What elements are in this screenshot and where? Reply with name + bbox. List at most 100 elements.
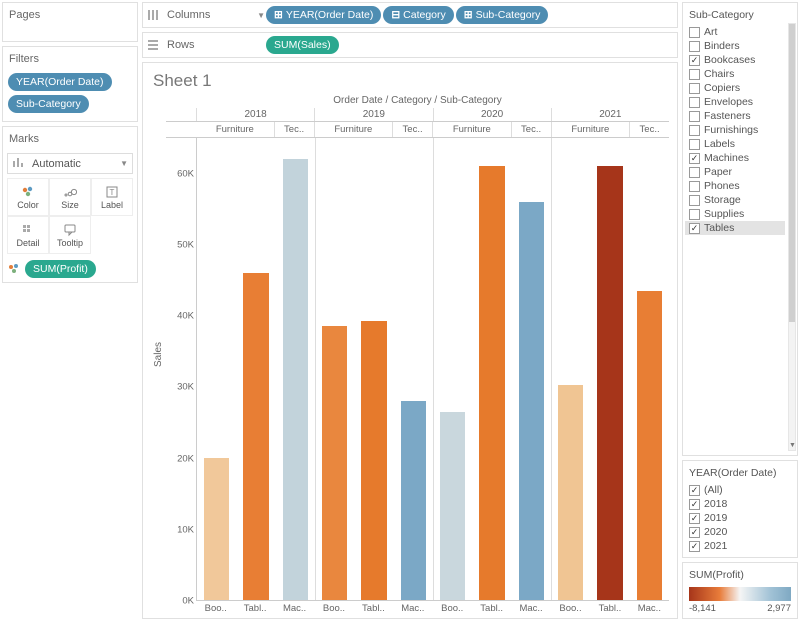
year-row-2018[interactable]: 2018 bbox=[689, 497, 795, 511]
col-pill-year[interactable]: ⊞YEAR(Order Date) bbox=[266, 6, 381, 24]
row-pill-sales[interactable]: SUM(Sales) bbox=[266, 36, 339, 54]
subcat-row-supplies[interactable]: Supplies bbox=[689, 207, 795, 221]
subcat-row-fasteners[interactable]: Fasteners bbox=[689, 109, 795, 123]
marks-title: Marks bbox=[7, 129, 133, 151]
checkbox[interactable] bbox=[689, 83, 700, 94]
checkbox[interactable] bbox=[689, 139, 700, 150]
bar[interactable] bbox=[243, 273, 268, 600]
category-header: Furniture bbox=[314, 122, 393, 137]
expand-icon: ⊞ bbox=[464, 9, 473, 21]
subcat-row-phones[interactable]: Phones bbox=[689, 179, 795, 193]
y-tick: 30K bbox=[177, 382, 194, 393]
columns-icon bbox=[147, 9, 161, 21]
year-row-2021[interactable]: 2021 bbox=[689, 539, 795, 553]
filter-subcat-pill[interactable]: Sub-Category bbox=[8, 95, 89, 113]
year-row-2020[interactable]: 2020 bbox=[689, 525, 795, 539]
checkbox[interactable] bbox=[689, 195, 700, 206]
subcat-row-tables[interactable]: Tables bbox=[685, 221, 785, 235]
year-header: 2020 bbox=[433, 108, 551, 121]
x-tick: Boo.. bbox=[314, 601, 353, 614]
chevron-down-icon: ▼ bbox=[257, 11, 265, 20]
bar[interactable] bbox=[283, 159, 308, 600]
checkbox[interactable] bbox=[689, 27, 700, 38]
marks-type-select[interactable]: Automatic ▼ bbox=[7, 153, 133, 174]
filters-shelf[interactable]: Filters YEAR(Order Date) Sub-Category bbox=[2, 46, 138, 122]
subcat-row-bookcases[interactable]: Bookcases bbox=[689, 53, 795, 67]
bar[interactable] bbox=[637, 291, 662, 600]
checkbox[interactable] bbox=[689, 513, 700, 524]
year-row-(All)[interactable]: (All) bbox=[689, 483, 795, 497]
checkbox[interactable] bbox=[689, 153, 700, 164]
subcat-filter-title: Sub-Category bbox=[689, 7, 795, 25]
bar[interactable] bbox=[204, 458, 229, 600]
color-legend-gradient bbox=[689, 587, 791, 601]
subcat-row-labels[interactable]: Labels bbox=[689, 137, 795, 151]
checkbox[interactable] bbox=[689, 125, 700, 136]
marks-label-button[interactable]: T Label bbox=[91, 178, 133, 216]
x-tick: Boo.. bbox=[551, 601, 590, 614]
checkbox[interactable] bbox=[689, 541, 700, 552]
checkbox[interactable] bbox=[689, 97, 700, 108]
subcat-row-art[interactable]: Art bbox=[689, 25, 795, 39]
bar[interactable] bbox=[322, 326, 347, 600]
sheet-view[interactable]: Sheet 1 Sales Order Date / Category / Su… bbox=[142, 62, 678, 619]
checkbox[interactable] bbox=[689, 41, 700, 52]
x-tick: Tabl.. bbox=[590, 601, 629, 614]
checkbox[interactable] bbox=[689, 69, 700, 80]
checkbox[interactable] bbox=[689, 111, 700, 122]
checkbox[interactable] bbox=[689, 181, 700, 192]
year-filter-card: YEAR(Order Date) (All)2018201920202021 bbox=[682, 460, 798, 558]
x-tick: Mac.. bbox=[275, 601, 314, 614]
pages-shelf[interactable]: Pages bbox=[2, 2, 138, 42]
marks-size-button[interactable]: Size bbox=[49, 178, 91, 216]
checkbox-label: Fasteners bbox=[704, 110, 751, 122]
subcat-row-furnishings[interactable]: Furnishings bbox=[689, 123, 795, 137]
checkbox[interactable] bbox=[689, 167, 700, 178]
col-pill-subcategory[interactable]: ⊞Sub-Category bbox=[456, 6, 549, 24]
marks-tooltip-button[interactable]: Tooltip bbox=[49, 216, 91, 254]
subcat-row-envelopes[interactable]: Envelopes bbox=[689, 95, 795, 109]
bar[interactable] bbox=[361, 321, 386, 600]
bar[interactable] bbox=[519, 202, 544, 600]
subcat-row-copiers[interactable]: Copiers bbox=[689, 81, 795, 95]
filter-year-pill[interactable]: YEAR(Order Date) bbox=[8, 73, 112, 91]
subcat-row-machines[interactable]: Machines bbox=[689, 151, 795, 165]
bar[interactable] bbox=[401, 401, 426, 600]
subcat-row-binders[interactable]: Binders bbox=[689, 39, 795, 53]
checkbox[interactable] bbox=[689, 223, 700, 234]
checkbox[interactable] bbox=[689, 55, 700, 66]
year-row-2019[interactable]: 2019 bbox=[689, 511, 795, 525]
subcategory-filter-card: Sub-Category ArtBindersBookcasesChairsCo… bbox=[682, 2, 798, 456]
marks-color-button[interactable]: Color bbox=[7, 178, 49, 216]
bar[interactable] bbox=[597, 166, 622, 600]
checkbox-label: Labels bbox=[704, 138, 735, 150]
subcat-row-storage[interactable]: Storage bbox=[689, 193, 795, 207]
bar[interactable] bbox=[440, 412, 465, 600]
subcat-row-chairs[interactable]: Chairs bbox=[689, 67, 795, 81]
grid-line bbox=[551, 138, 552, 600]
checkbox[interactable] bbox=[689, 209, 700, 220]
bar[interactable] bbox=[558, 385, 583, 600]
subcat-row-paper[interactable]: Paper bbox=[689, 165, 795, 179]
checkbox-label: Art bbox=[704, 26, 717, 38]
rows-shelf[interactable]: Rows SUM(Sales) bbox=[142, 32, 678, 58]
checkbox[interactable] bbox=[689, 527, 700, 538]
y-tick: 60K bbox=[177, 168, 194, 179]
columns-label: Columns bbox=[167, 9, 210, 21]
y-tick: 20K bbox=[177, 453, 194, 464]
checkbox[interactable] bbox=[689, 499, 700, 510]
legend-max: 2,977 bbox=[767, 603, 791, 614]
columns-shelf[interactable]: Columns ▼ ⊞YEAR(Order Date) ⊟Category ⊞S… bbox=[142, 2, 678, 28]
scrollbar[interactable]: ▼ bbox=[788, 23, 796, 451]
scroll-thumb[interactable] bbox=[789, 24, 795, 322]
checkbox-label: Supplies bbox=[704, 208, 744, 220]
marks-profit-pill[interactable]: SUM(Profit) bbox=[25, 260, 96, 278]
checkbox[interactable] bbox=[689, 485, 700, 496]
scroll-down-arrow[interactable]: ▼ bbox=[789, 442, 795, 450]
bar[interactable] bbox=[479, 166, 504, 600]
x-tick: Tabl.. bbox=[235, 601, 274, 614]
x-tick: Tabl.. bbox=[472, 601, 511, 614]
bar-icon bbox=[12, 156, 24, 171]
marks-detail-button[interactable]: Detail bbox=[7, 216, 49, 254]
col-pill-category[interactable]: ⊟Category bbox=[383, 6, 453, 24]
